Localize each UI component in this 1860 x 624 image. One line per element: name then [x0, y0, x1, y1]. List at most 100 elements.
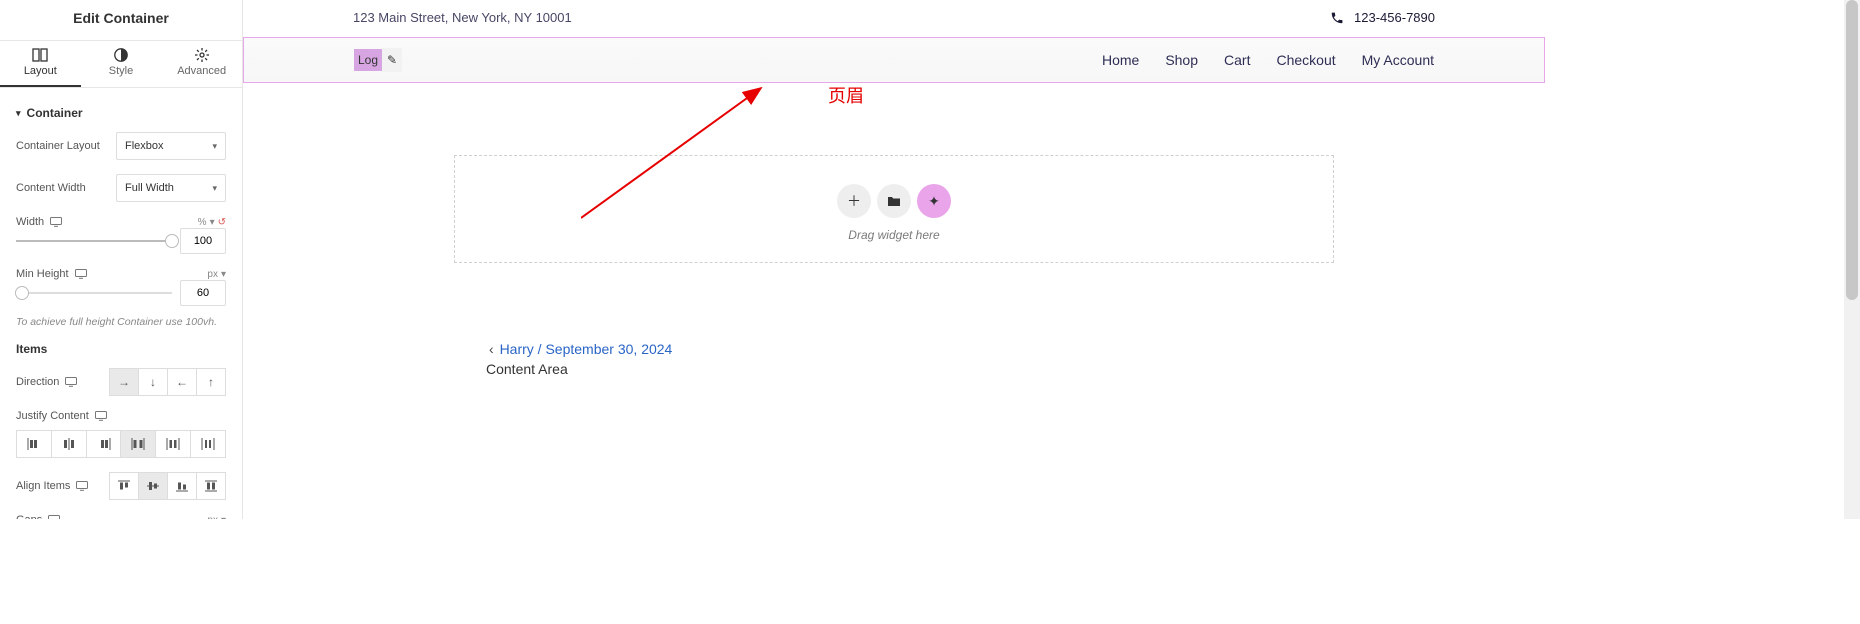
phone-icon	[1330, 11, 1344, 25]
gaps-unit[interactable]: px ▾	[207, 515, 226, 520]
nav-home[interactable]: Home	[1102, 52, 1139, 68]
content-area-label: Content Area	[486, 361, 568, 377]
field-container-layout: Container Layout Flexbox	[16, 132, 226, 160]
gaps-label-text: Gaps	[16, 514, 42, 519]
tab-layout[interactable]: Layout	[0, 41, 81, 87]
justify-start[interactable]	[16, 430, 52, 458]
post-author[interactable]: Harry	[500, 341, 534, 357]
field-align: Align Items	[16, 472, 226, 500]
topbar-address: 123 Main Street, New York, NY 10001	[353, 10, 572, 25]
align-start-icon	[118, 480, 130, 492]
align-center[interactable]	[138, 472, 168, 500]
justify-label-text: Justify Content	[16, 410, 89, 422]
logo-edit-button[interactable]: ✎	[382, 48, 402, 72]
justify-end-icon	[97, 438, 111, 450]
tab-style[interactable]: Style	[81, 41, 162, 87]
width-slider-row	[16, 228, 226, 254]
section-container[interactable]: Container	[16, 106, 226, 120]
container-layout-select[interactable]: Flexbox	[116, 132, 226, 160]
drop-zone-buttons: ＋ ✦	[455, 184, 1333, 218]
section-container-label: Container	[27, 106, 83, 120]
folder-icon	[887, 195, 901, 207]
justify-start-icon	[27, 438, 41, 450]
arrow-up-icon: ↑	[208, 375, 214, 389]
align-start[interactable]	[109, 472, 139, 500]
min-height-unit[interactable]: px ▾	[207, 269, 226, 280]
tab-advanced[interactable]: Advanced	[161, 41, 242, 87]
sidebar-body: Container Container Layout Flexbox Conte…	[0, 88, 242, 519]
container-layout-label: Container Layout	[16, 140, 100, 152]
topbar-phone: 123-456-7890	[1330, 10, 1435, 25]
align-end-icon	[176, 480, 188, 492]
sparkle-icon: ✦	[928, 193, 940, 210]
min-height-label-text: Min Height	[16, 268, 69, 280]
align-buttons	[109, 472, 226, 500]
content-width-select[interactable]: Full Width	[116, 174, 226, 202]
advanced-icon	[161, 47, 242, 63]
desktop-icon	[65, 377, 77, 387]
width-label: Width	[16, 216, 62, 228]
nav-cart[interactable]: Cart	[1224, 52, 1250, 68]
chevron-down-icon: ▾	[210, 217, 215, 228]
sidebar-title: Edit Container	[0, 0, 242, 40]
direction-row[interactable]: →	[109, 368, 139, 396]
desktop-icon	[50, 217, 62, 227]
justify-space-between[interactable]	[120, 430, 156, 458]
page-scrollbar[interactable]	[1844, 0, 1860, 519]
width-label-text: Width	[16, 216, 44, 228]
justify-end[interactable]	[86, 430, 122, 458]
direction-label-text: Direction	[16, 376, 59, 388]
header-nav: Home Shop Cart Checkout My Account	[1102, 52, 1434, 68]
plus-icon: ＋	[847, 191, 861, 211]
min-height-input[interactable]	[180, 280, 226, 306]
direction-column-reverse[interactable]: ↑	[196, 368, 226, 396]
template-button[interactable]	[877, 184, 911, 218]
direction-column[interactable]: ↓	[138, 368, 168, 396]
width-input[interactable]	[180, 228, 226, 254]
desktop-icon	[76, 481, 88, 491]
logo-widget[interactable]: Log ✎	[354, 46, 402, 74]
field-content-width: Content Width Full Width	[16, 174, 226, 202]
nav-account[interactable]: My Account	[1362, 52, 1434, 68]
width-unit[interactable]: % ▾ ↺	[198, 217, 226, 228]
justify-space-evenly[interactable]	[190, 430, 226, 458]
container-layout-value: Flexbox	[125, 140, 164, 152]
align-center-icon	[147, 480, 159, 492]
scrollbar-thumb[interactable]	[1846, 0, 1858, 300]
min-height-slider[interactable]	[16, 284, 172, 302]
justify-around-icon	[166, 438, 180, 450]
topbar-phone-text: 123-456-7890	[1354, 10, 1435, 25]
width-unit-text: %	[198, 217, 207, 228]
desktop-icon	[75, 269, 87, 279]
pencil-icon: ✎	[387, 53, 397, 67]
arrow-down-icon: ↓	[150, 375, 156, 389]
justify-space-around[interactable]	[155, 430, 191, 458]
tab-layout-label: Layout	[24, 65, 57, 77]
editor-canvas: 123 Main Street, New York, NY 10001 123-…	[243, 0, 1545, 519]
nav-checkout[interactable]: Checkout	[1276, 52, 1335, 68]
align-stretch[interactable]	[196, 472, 226, 500]
direction-row-reverse[interactable]: ←	[167, 368, 197, 396]
drop-zone[interactable]: ＋ ✦ Drag widget here	[454, 155, 1334, 263]
add-widget-button[interactable]: ＋	[837, 184, 871, 218]
ai-button[interactable]: ✦	[917, 184, 951, 218]
direction-buttons: → ↓ ← ↑	[109, 368, 226, 396]
site-header-container[interactable]: Log ✎ Home Shop Cart Checkout My Account	[243, 37, 1545, 83]
chevron-down-icon: ▾	[221, 515, 226, 520]
drop-zone-text: Drag widget here	[455, 228, 1333, 242]
chevron-down-icon: ▾	[221, 269, 226, 280]
items-heading: Items	[16, 342, 226, 356]
tab-style-label: Style	[109, 65, 133, 77]
content-width-value: Full Width	[125, 182, 174, 194]
post-date[interactable]: September 30, 2024	[545, 341, 672, 357]
justify-buttons	[16, 430, 226, 458]
width-slider[interactable]	[16, 232, 172, 250]
content-width-label: Content Width	[16, 182, 86, 194]
align-label-text: Align Items	[16, 480, 70, 492]
align-end[interactable]	[167, 472, 197, 500]
nav-shop[interactable]: Shop	[1165, 52, 1198, 68]
justify-center[interactable]	[51, 430, 87, 458]
justify-center-icon	[62, 438, 76, 450]
post-meta: ‹ Harry / September 30, 2024	[489, 341, 672, 357]
reset-icon[interactable]: ↺	[218, 217, 226, 228]
